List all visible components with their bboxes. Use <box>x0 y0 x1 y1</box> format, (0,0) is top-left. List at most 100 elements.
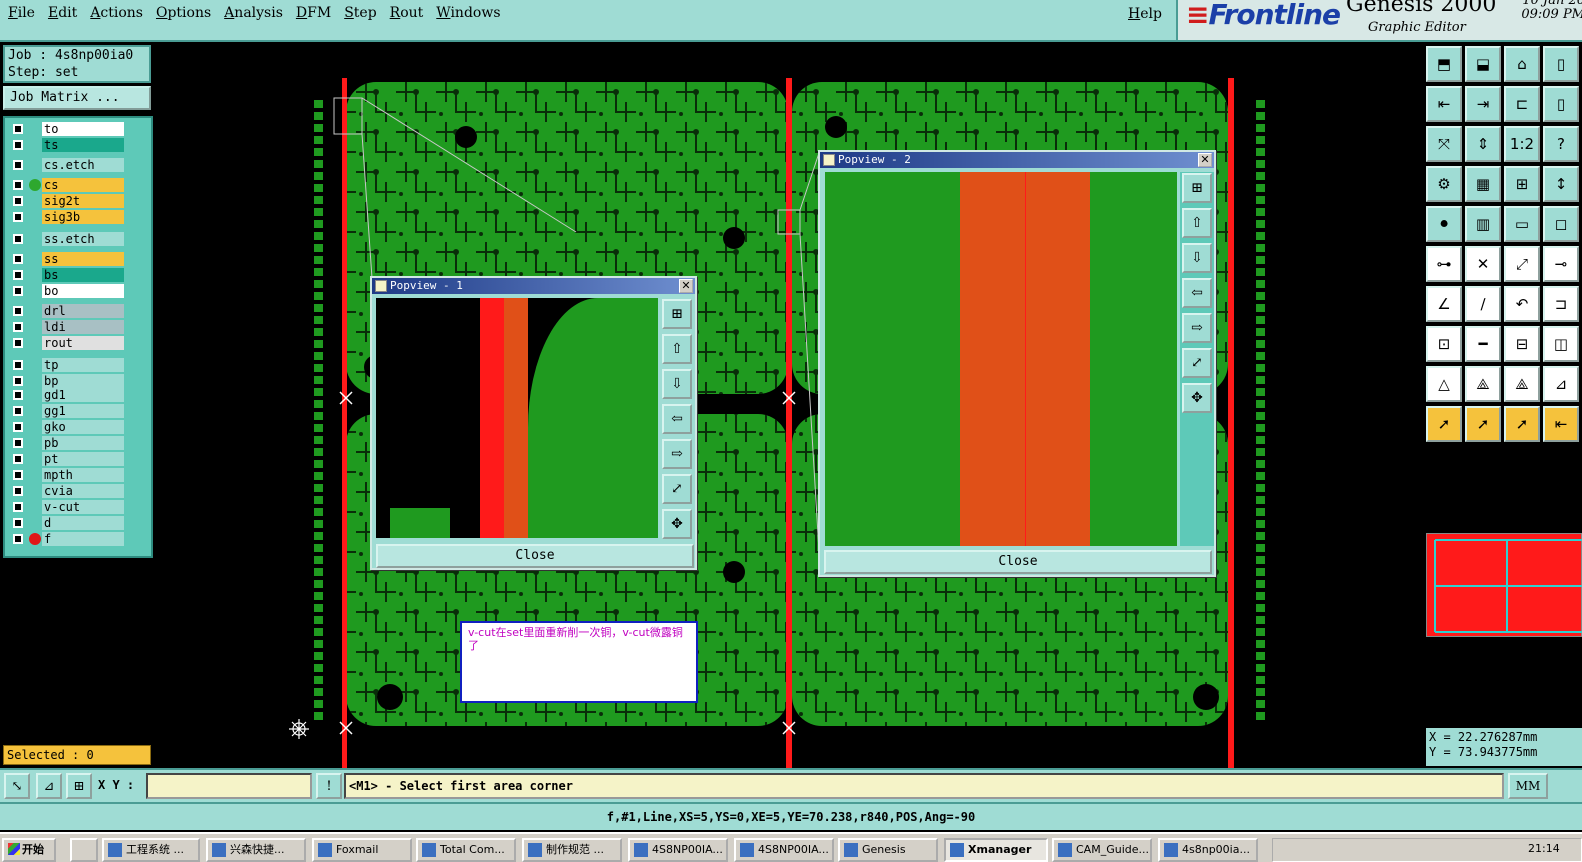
menu-help[interactable]: Help <box>1128 6 1162 22</box>
taskbar-item[interactable]: 4S8NP00IA... <box>734 838 834 862</box>
layer-name[interactable]: ss <box>42 252 124 266</box>
layer-row-bp[interactable]: bp <box>10 374 150 388</box>
taskbar-item[interactable]: Genesis <box>838 838 938 862</box>
tool-icon[interactable]: ⌂ <box>1504 46 1540 82</box>
tool-icon[interactable]: ⊟ <box>1504 326 1540 362</box>
layer-row-cs.etch[interactable]: cs.etch <box>10 158 150 172</box>
menu-windows[interactable]: Windows <box>436 5 500 21</box>
layer-name[interactable]: cvia <box>42 484 124 498</box>
layer-row-rout[interactable]: rout <box>10 336 150 350</box>
tool-icon[interactable]: ? <box>1543 126 1579 162</box>
layer-row-sig3b[interactable]: sig3b <box>10 210 150 224</box>
layer-checkbox[interactable] <box>13 470 23 480</box>
tool-icon[interactable]: ➚ <box>1465 406 1501 442</box>
tool-icon[interactable]: ⊐ <box>1543 286 1579 322</box>
graphic-canvas[interactable] <box>156 42 1424 768</box>
layer-name[interactable]: cs <box>42 178 124 192</box>
popview-tool-icon[interactable]: ⇦ <box>662 404 692 434</box>
tool-icon[interactable]: ✕ <box>1465 246 1501 282</box>
tool-icon[interactable]: ➚ <box>1426 406 1462 442</box>
taskbar-item[interactable]: Xmanager <box>944 838 1048 862</box>
taskbar-item[interactable]: 工程系统 ... <box>102 838 200 862</box>
taskbar-item[interactable]: 制作规范 ... <box>522 838 622 862</box>
layer-name[interactable]: ldi <box>42 320 124 334</box>
layer-checkbox[interactable] <box>13 534 23 544</box>
layer-checkbox[interactable] <box>13 502 23 512</box>
popview-tool-icon[interactable]: ⇧ <box>662 334 692 364</box>
layer-name[interactable]: d <box>42 516 124 530</box>
taskbar-item[interactable]: Total Com... <box>416 838 516 862</box>
layer-row-ldi[interactable]: ldi <box>10 320 150 334</box>
menu-step[interactable]: Step <box>344 5 376 21</box>
layer-row-gg1[interactable]: gg1 <box>10 404 150 418</box>
layer-row-pt[interactable]: pt <box>10 452 150 466</box>
taskbar-item[interactable]: CAM_Guide... <box>1052 838 1152 862</box>
layer-row-tp[interactable]: tp <box>10 358 150 372</box>
menu-file[interactable]: File <box>8 5 35 21</box>
layer-row-pb[interactable]: pb <box>10 436 150 450</box>
layer-checkbox[interactable] <box>13 376 23 386</box>
popview-tool-icon[interactable]: ✥ <box>662 509 692 539</box>
layer-name[interactable]: gko <box>42 420 124 434</box>
menu-edit[interactable]: Edit <box>48 5 77 21</box>
taskbar-item[interactable]: 兴森快捷... <box>206 838 306 862</box>
layer-checkbox[interactable] <box>13 234 23 244</box>
layer-row-bs[interactable]: bs <box>10 268 150 282</box>
layer-name[interactable]: to <box>42 122 124 136</box>
layer-checkbox[interactable] <box>13 196 23 206</box>
taskbar-item[interactable]: 4s8np00ia... <box>1158 838 1258 862</box>
xy-input[interactable] <box>146 773 312 799</box>
grid-icon[interactable]: ⊞ <box>66 773 92 799</box>
layer-name[interactable]: gd1 <box>42 388 124 402</box>
layer-checkbox[interactable] <box>13 140 23 150</box>
menu-analysis[interactable]: Analysis <box>224 5 283 21</box>
layer-checkbox[interactable] <box>13 360 23 370</box>
step-overview[interactable] <box>1426 533 1582 637</box>
layer-checkbox[interactable] <box>13 254 23 264</box>
layer-name[interactable]: gg1 <box>42 404 124 418</box>
layer-row-d[interactable]: d <box>10 516 150 530</box>
layer-checkbox[interactable] <box>13 212 23 222</box>
tool-icon[interactable]: ⇤ <box>1426 86 1462 122</box>
layer-row-v-cut[interactable]: v-cut <box>10 500 150 514</box>
layer-name[interactable]: bo <box>42 284 124 298</box>
tool-icon[interactable]: ↕ <box>1543 166 1579 202</box>
layer-checkbox[interactable] <box>13 454 23 464</box>
popview-1-close-icon[interactable]: ✕ <box>679 279 693 293</box>
layer-name[interactable]: f <box>42 532 124 546</box>
units-button[interactable]: MM <box>1508 773 1548 799</box>
layer-checkbox[interactable] <box>13 124 23 134</box>
layer-name[interactable]: pb <box>42 436 124 450</box>
tool-icon[interactable]: ↶ <box>1504 286 1540 322</box>
tool-icon[interactable]: ∠ <box>1426 286 1462 322</box>
layer-checkbox[interactable] <box>13 306 23 316</box>
tool-icon[interactable]: ▯ <box>1543 46 1579 82</box>
tool-icon[interactable]: ∕ <box>1465 286 1501 322</box>
layer-checkbox[interactable] <box>13 422 23 432</box>
popview-tool-icon[interactable]: ⤢ <box>1182 348 1212 378</box>
layer-checkbox[interactable] <box>13 486 23 496</box>
popview-1-view[interactable] <box>376 298 658 538</box>
tool-icon[interactable]: ⇕ <box>1465 126 1501 162</box>
tool-icon[interactable]: ⊿ <box>1543 366 1579 402</box>
start-button[interactable]: 开始 <box>2 838 56 862</box>
layer-checkbox[interactable] <box>13 270 23 280</box>
layer-name[interactable]: ss.etch <box>42 232 124 246</box>
layer-name[interactable]: v-cut <box>42 500 124 514</box>
tool-icon[interactable]: ▥ <box>1465 206 1501 242</box>
tool-icon[interactable]: ◫ <box>1543 326 1579 362</box>
popview-tool-icon[interactable]: ⇧ <box>1182 208 1212 238</box>
taskbar-item[interactable]: 4S8NP00IA... <box>628 838 728 862</box>
tool-icon[interactable]: ⊞ <box>1504 166 1540 202</box>
popview-2-close-button[interactable]: Close <box>824 550 1212 574</box>
layer-name[interactable]: drl <box>42 304 124 318</box>
layer-name[interactable]: sig2t <box>42 194 124 208</box>
layer-row-mpth[interactable]: mpth <box>10 468 150 482</box>
tool-icon[interactable]: ⊡ <box>1426 326 1462 362</box>
layer-row-ss.etch[interactable]: ss.etch <box>10 232 150 246</box>
menu-rout[interactable]: Rout <box>390 5 424 21</box>
layer-name[interactable]: sig3b <box>42 210 124 224</box>
menu-options[interactable]: Options <box>156 5 211 21</box>
popview-tool-icon[interactable]: ⤢ <box>662 474 692 504</box>
layer-checkbox[interactable] <box>13 390 23 400</box>
